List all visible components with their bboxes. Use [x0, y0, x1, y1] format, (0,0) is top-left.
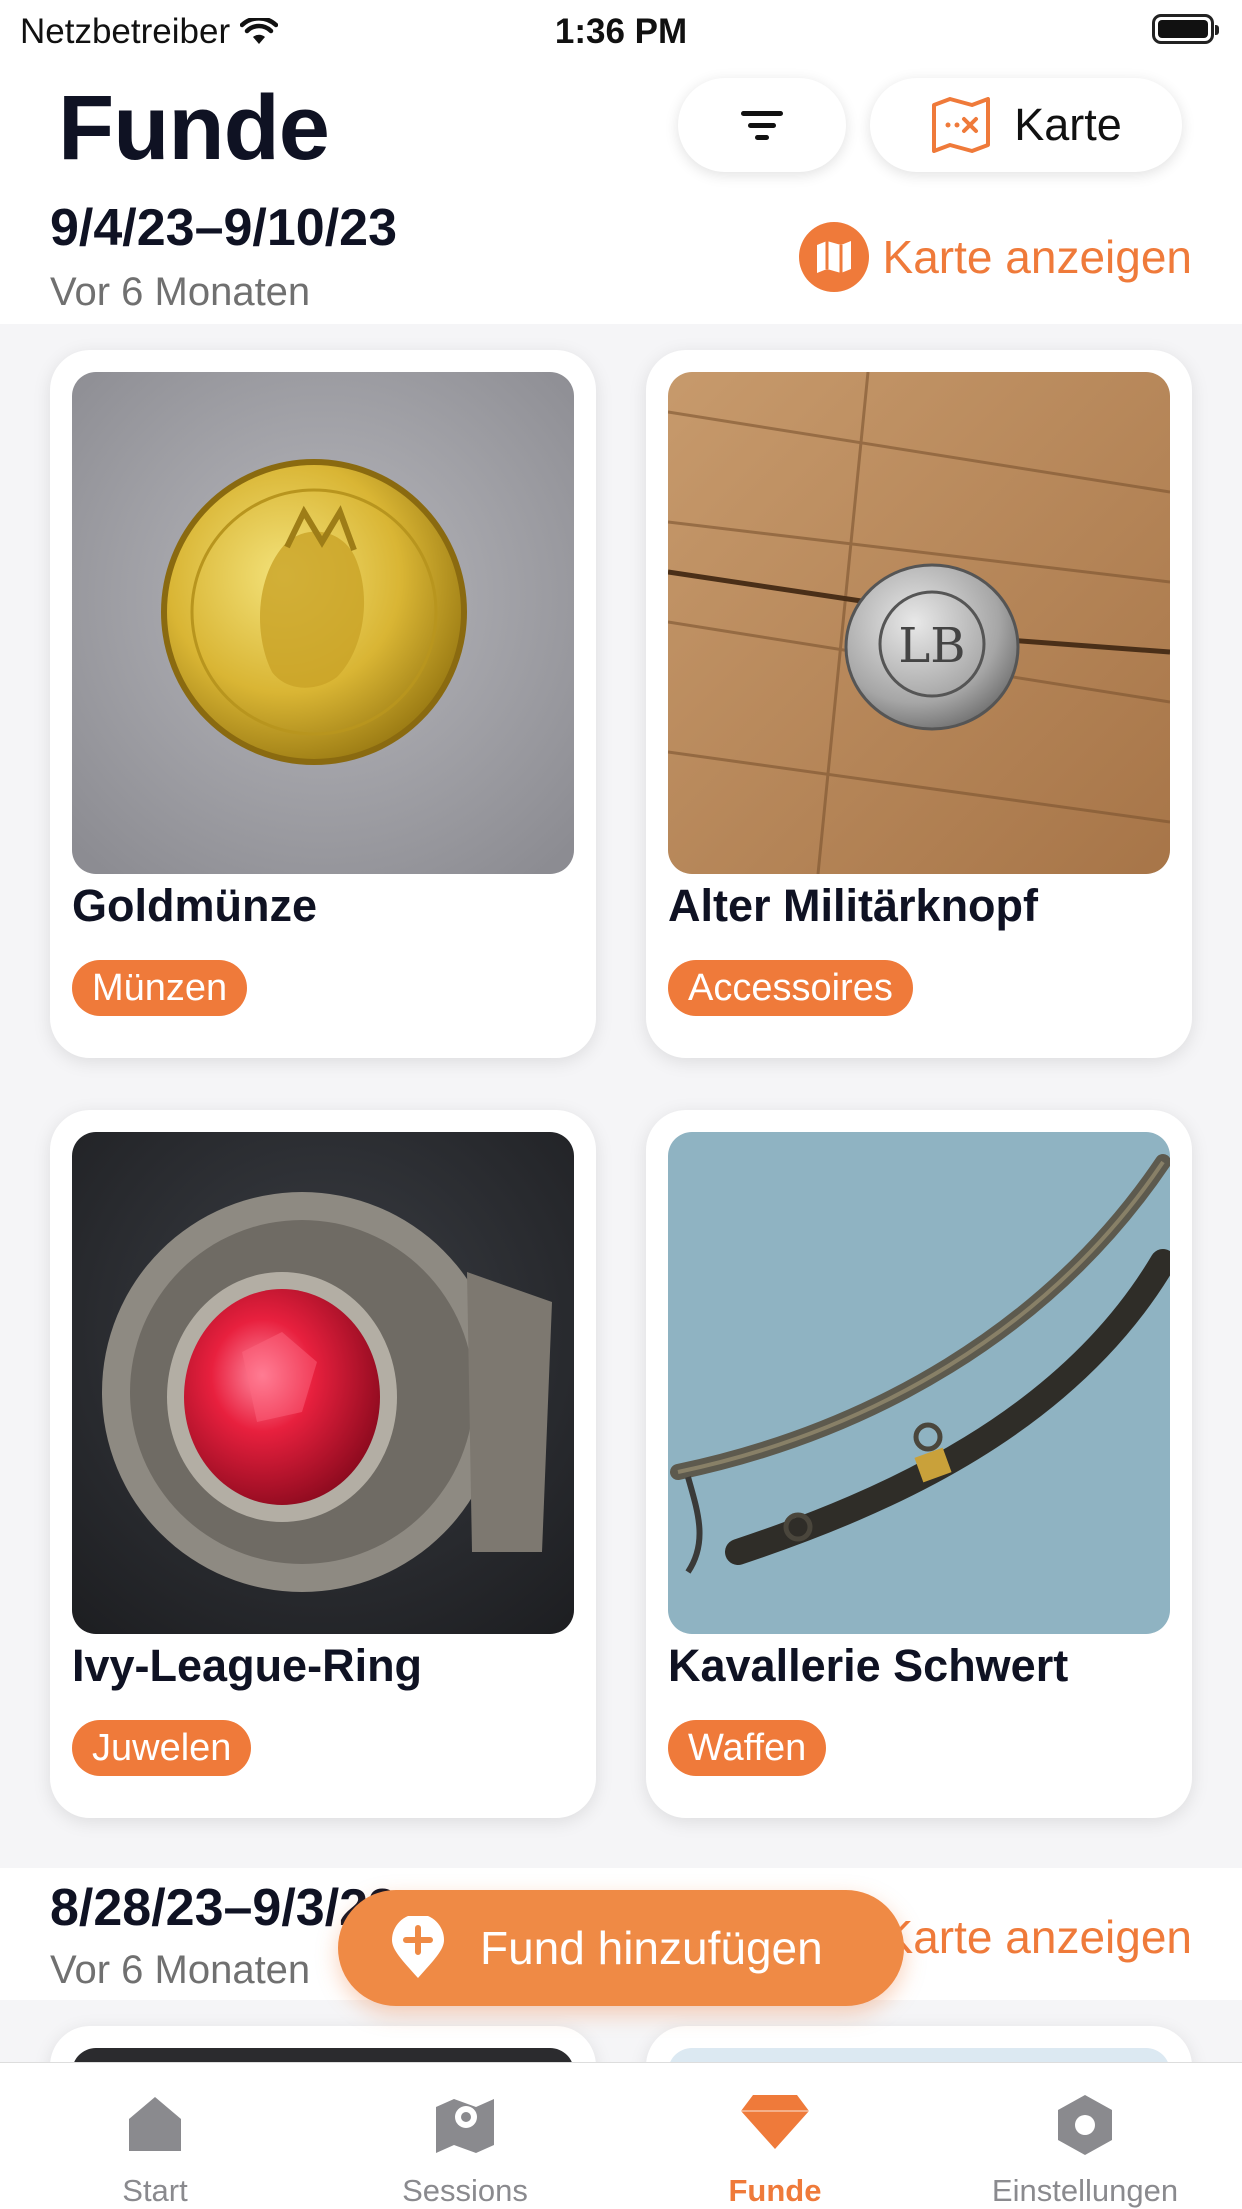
category-badge: Juwelen [72, 1720, 252, 1776]
add-location-icon [392, 1916, 444, 1978]
show-map-label: Karte anzeigen [882, 231, 1192, 283]
find-card[interactable]: Goldmünze Münzen [50, 350, 596, 1058]
tab-sessions[interactable]: Sessions [310, 2063, 620, 2209]
map-circle-icon [798, 222, 869, 292]
date-relative: Vor 6 Monaten [50, 1948, 311, 1992]
header: Funde Karte [0, 62, 1242, 192]
tab-label: Einstellungen [991, 2173, 1179, 2208]
show-map-link[interactable]: Karte anzeigen [798, 222, 1192, 292]
show-map-label: Karte anzeigen [882, 1911, 1192, 1963]
find-photo: LB [668, 372, 1170, 874]
find-card[interactable]: Ivy-League-Ring Juwelen [50, 1110, 596, 1818]
find-card[interactable]: Kavallerie Schwert Waffen [646, 1110, 1192, 1818]
status-bar: Netzbetreiber 1:36 PM [0, 0, 1242, 62]
battery-icon [1152, 14, 1219, 44]
page-title: Funde [58, 77, 330, 179]
map-button-label: Karte [1014, 99, 1122, 150]
settings-icon [1058, 2095, 1112, 2155]
home-icon [129, 2097, 181, 2151]
add-find-label: Fund hinzufügen [480, 1922, 823, 1974]
add-find-button[interactable]: Fund hinzufügen [338, 1890, 904, 2006]
tab-label: Funde [728, 2173, 822, 2208]
find-title: Goldmünze [72, 880, 317, 931]
find-title: Kavallerie Schwert [668, 1640, 1069, 1691]
tab-label: Sessions [402, 2173, 528, 2208]
tab-einstellungen[interactable]: Einstellungen [930, 2063, 1240, 2209]
find-title: Ivy-League-Ring [72, 1640, 423, 1691]
find-photo [668, 1132, 1170, 1634]
find-card[interactable]: LB Alter Militärknopf Accessoires [646, 350, 1192, 1058]
category-badge: Waffen [668, 1720, 827, 1776]
clock: 1:36 PM [554, 12, 688, 51]
tab-label: Start [122, 2173, 188, 2208]
tab-start[interactable]: Start [0, 2063, 310, 2209]
section-header: 9/4/23–9/10/23 Vor 6 Monaten Karte anzei… [0, 192, 1242, 324]
find-photo [72, 372, 574, 874]
map-button[interactable]: Karte [870, 78, 1182, 172]
diamond-icon [741, 2095, 809, 2149]
date-range: 9/4/23–9/10/23 [50, 199, 397, 257]
tab-funde[interactable]: Funde [620, 2063, 930, 2209]
filter-icon [741, 111, 783, 140]
show-map-link[interactable]: Karte anzeigen [883, 1910, 1192, 1964]
tab-bar: Start Sessions Funde Einstellungen [0, 2062, 1242, 2209]
map-pin-icon [436, 2099, 494, 2153]
find-title: Alter Militärknopf [668, 880, 1039, 931]
category-badge: Accessoires [668, 960, 913, 1016]
category-badge: Münzen [72, 960, 248, 1016]
map-icon [932, 97, 991, 153]
svg-text:LB: LB [898, 618, 965, 674]
filter-button[interactable] [678, 78, 846, 172]
date-relative: Vor 6 Monaten [50, 270, 311, 314]
find-photo [72, 1132, 574, 1634]
